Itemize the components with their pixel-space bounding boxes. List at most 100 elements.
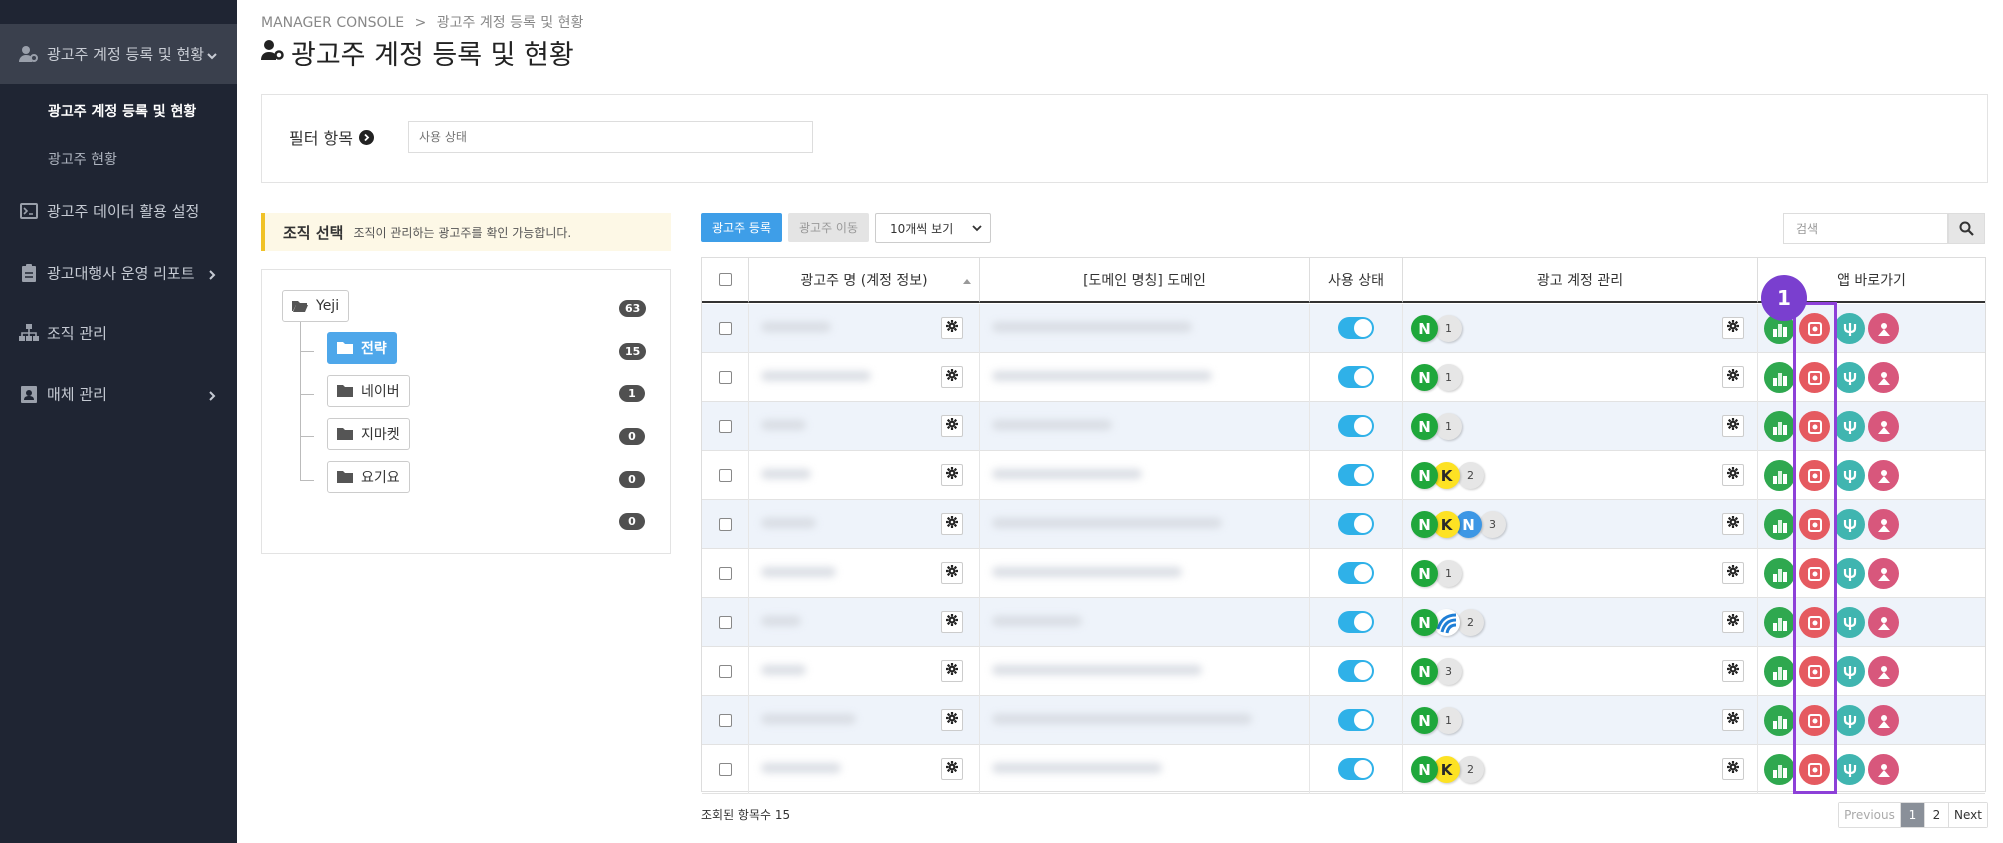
pagination-previous[interactable]: Previous: [1839, 803, 1901, 827]
ad-account-settings-button[interactable]: [1722, 366, 1744, 388]
bar-chart-app-icon[interactable]: [1764, 460, 1795, 491]
person-app-icon[interactable]: [1868, 705, 1899, 736]
naver-icon[interactable]: N: [1411, 462, 1438, 489]
ad-account-settings-button[interactable]: [1722, 513, 1744, 535]
bar-chart-app-icon[interactable]: [1764, 411, 1795, 442]
pagination-next[interactable]: Next: [1949, 803, 1987, 827]
person-app-icon[interactable]: [1868, 754, 1899, 785]
search-button[interactable]: [1948, 213, 1985, 244]
bar-chart-app-icon[interactable]: [1764, 607, 1795, 638]
person-app-icon[interactable]: [1868, 607, 1899, 638]
person-app-icon[interactable]: [1868, 460, 1899, 491]
advertiser-settings-button[interactable]: [941, 758, 963, 780]
register-advertiser-button[interactable]: 광고주 등록: [701, 213, 782, 242]
column-header-advertiser[interactable]: 광고주 명 (계정 정보): [749, 258, 980, 303]
row-checkbox[interactable]: [719, 420, 732, 433]
trident-app-icon[interactable]: [1834, 607, 1865, 638]
naver-icon[interactable]: N: [1411, 315, 1438, 342]
tree-node-child[interactable]: 지마켓: [327, 418, 410, 450]
naver-icon[interactable]: N: [1411, 560, 1438, 587]
row-checkbox[interactable]: [719, 665, 732, 678]
row-checkbox[interactable]: [719, 616, 732, 629]
person-app-icon[interactable]: [1868, 411, 1899, 442]
status-toggle[interactable]: [1338, 611, 1374, 633]
row-checkbox[interactable]: [719, 714, 732, 727]
sidebar-menu-agency-report[interactable]: 광고대행사 운영 리포트: [0, 243, 237, 303]
trident-app-icon[interactable]: [1834, 754, 1865, 785]
status-toggle[interactable]: [1338, 366, 1374, 388]
sidebar-subitem-advertiser-accounts[interactable]: 광고주 계정 등록 및 현황: [48, 101, 196, 121]
bar-chart-app-icon[interactable]: [1764, 754, 1795, 785]
tree-node-root[interactable]: Yeji: [282, 290, 350, 322]
advertiser-settings-button[interactable]: [941, 660, 963, 682]
sidebar-menu-data-settings[interactable]: 광고주 데이터 활용 설정: [0, 181, 237, 241]
bar-chart-app-icon[interactable]: [1764, 656, 1795, 687]
trident-app-icon[interactable]: [1834, 558, 1865, 589]
advertiser-settings-button[interactable]: [941, 562, 963, 584]
filter-status-input[interactable]: [408, 121, 813, 153]
sidebar-subitem-advertiser-status[interactable]: 광고주 현황: [48, 149, 117, 169]
trident-app-icon[interactable]: [1834, 411, 1865, 442]
page-size-select[interactable]: 10개씩 보기: [875, 213, 991, 243]
trident-app-icon[interactable]: [1834, 362, 1865, 393]
advertiser-settings-button[interactable]: [941, 709, 963, 731]
advertiser-settings-button[interactable]: [941, 415, 963, 437]
advertiser-settings-button[interactable]: [941, 366, 963, 388]
status-toggle[interactable]: [1338, 562, 1374, 584]
ad-account-settings-button[interactable]: [1722, 611, 1744, 633]
bar-chart-app-icon[interactable]: [1764, 705, 1795, 736]
ad-account-settings-button[interactable]: [1722, 562, 1744, 584]
status-toggle[interactable]: [1338, 709, 1374, 731]
ad-account-settings-button[interactable]: [1722, 758, 1744, 780]
row-checkbox[interactable]: [719, 518, 732, 531]
naver-icon[interactable]: N: [1411, 511, 1438, 538]
bar-chart-app-icon[interactable]: [1764, 558, 1795, 589]
bar-chart-app-icon[interactable]: [1764, 509, 1795, 540]
trident-app-icon[interactable]: [1834, 460, 1865, 491]
person-app-icon[interactable]: [1868, 509, 1899, 540]
sidebar-menu-media-management[interactable]: 매체 관리: [0, 364, 237, 424]
person-app-icon[interactable]: [1868, 313, 1899, 344]
advertiser-settings-button[interactable]: [941, 513, 963, 535]
advertiser-settings-button[interactable]: [941, 464, 963, 486]
row-checkbox[interactable]: [719, 322, 732, 335]
trident-app-icon[interactable]: [1834, 656, 1865, 687]
search-input[interactable]: 검색: [1783, 213, 1948, 244]
breadcrumb-root[interactable]: MANAGER CONSOLE: [261, 15, 404, 31]
row-checkbox[interactable]: [719, 469, 732, 482]
select-all-checkbox[interactable]: [718, 273, 732, 286]
ad-account-settings-button[interactable]: [1722, 709, 1744, 731]
naver-icon[interactable]: N: [1411, 609, 1438, 636]
sidebar-menu-org-management[interactable]: 조직 관리: [0, 303, 237, 363]
person-app-icon[interactable]: [1868, 656, 1899, 687]
naver-icon[interactable]: N: [1411, 658, 1438, 685]
advertiser-settings-button[interactable]: [941, 611, 963, 633]
trident-app-icon[interactable]: [1834, 509, 1865, 540]
naver-icon[interactable]: N: [1411, 364, 1438, 391]
row-checkbox[interactable]: [719, 567, 732, 580]
trident-app-icon[interactable]: [1834, 313, 1865, 344]
person-app-icon[interactable]: [1868, 558, 1899, 589]
trident-app-icon[interactable]: [1834, 705, 1865, 736]
sidebar-menu-advertiser-accounts[interactable]: 광고주 계정 등록 및 현황: [0, 24, 237, 84]
status-toggle[interactable]: [1338, 660, 1374, 682]
advertiser-settings-button[interactable]: [941, 317, 963, 339]
naver-icon[interactable]: N: [1411, 707, 1438, 734]
tree-node-child[interactable]: 네이버: [327, 375, 410, 407]
status-toggle[interactable]: [1338, 464, 1374, 486]
ad-account-settings-button[interactable]: [1722, 415, 1744, 437]
status-toggle[interactable]: [1338, 415, 1374, 437]
tree-node-child[interactable]: 전략: [327, 332, 397, 364]
pagination-page-1[interactable]: 1: [1901, 803, 1925, 827]
status-toggle[interactable]: [1338, 758, 1374, 780]
ad-account-settings-button[interactable]: [1722, 660, 1744, 682]
tree-node-child[interactable]: 요기요: [327, 461, 410, 493]
move-advertiser-button[interactable]: 광고주 이동: [788, 213, 869, 242]
naver-icon[interactable]: N: [1411, 756, 1438, 783]
person-app-icon[interactable]: [1868, 362, 1899, 393]
row-checkbox[interactable]: [719, 371, 732, 384]
bar-chart-app-icon[interactable]: [1764, 362, 1795, 393]
row-checkbox[interactable]: [719, 763, 732, 776]
ad-account-settings-button[interactable]: [1722, 317, 1744, 339]
status-toggle[interactable]: [1338, 513, 1374, 535]
